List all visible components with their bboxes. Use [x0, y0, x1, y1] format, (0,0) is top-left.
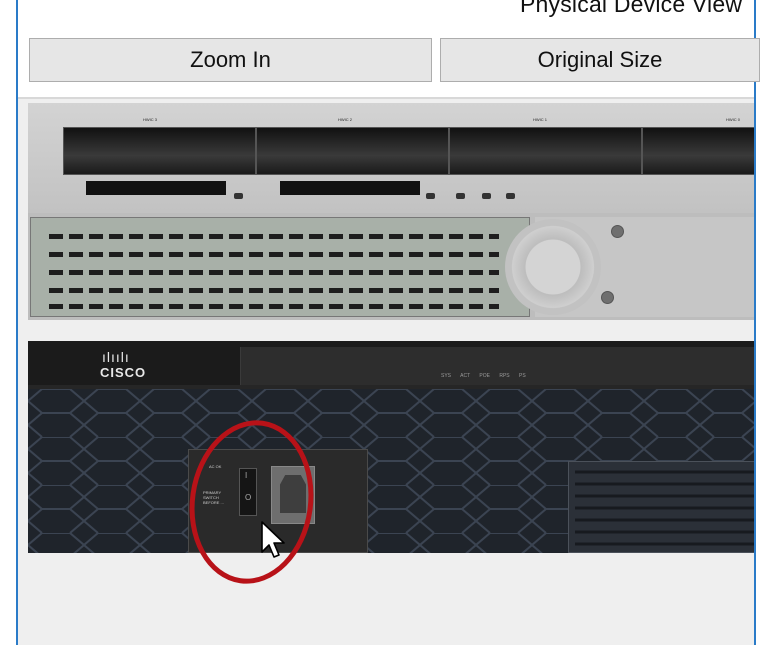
slot-label: HWIC 0: [726, 117, 740, 122]
original-size-button[interactable]: Original Size: [440, 38, 760, 82]
router-chassis-top: HWIC 3 HWIC 2 HWIC 1 HWIC 0: [28, 103, 754, 320]
compact-flash-slot-0[interactable]: [280, 181, 420, 195]
fan-module: [505, 217, 754, 317]
led-pvdm: [482, 193, 491, 199]
screw-icon: [601, 291, 614, 304]
vent-row: [49, 234, 499, 239]
cisco-wordmark: CISCO: [100, 365, 147, 380]
slot-label: HWIC 2: [338, 117, 352, 122]
slot-label: HWIC 1: [533, 117, 547, 122]
compact-flash-slot-1[interactable]: [86, 181, 226, 195]
hwic-slot-2[interactable]: [256, 127, 449, 175]
hwic-slot-3[interactable]: [63, 127, 256, 175]
window-title: Physical Device View: [520, 0, 743, 17]
zoom-in-button[interactable]: Zoom In: [29, 38, 432, 82]
front-bezel-header: ılıılı CISCO SYS ACT POE RPS PS: [28, 341, 754, 385]
expansion-slot-cover[interactable]: [568, 461, 754, 553]
ventilation-grille: [30, 217, 530, 317]
vent-row: [49, 270, 499, 275]
cursor-arrow-icon: [261, 521, 285, 558]
led-cf0: [426, 193, 435, 199]
hwic-slot-0[interactable]: [642, 127, 754, 175]
front-led-labels: SYS ACT POE RPS PS: [441, 373, 526, 379]
hwic-slot-1[interactable]: [449, 127, 642, 175]
slot-label: HWIC 3: [143, 117, 157, 122]
vent-row: [49, 252, 499, 257]
hwic-panel: HWIC 3 HWIC 2 HWIC 1 HWIC 0: [28, 103, 754, 213]
led-cf1: [234, 193, 243, 199]
fan-icon: [505, 219, 601, 315]
viewport-top-divider: [18, 97, 754, 99]
cisco-logo-icon: ılıılı: [102, 349, 130, 365]
screw-icon: [611, 225, 624, 238]
device-viewport[interactable]: HWIC 3 HWIC 2 HWIC 1 HWIC 0 ılıılı CISCO…: [18, 97, 754, 645]
slot-cover-lines: [575, 470, 754, 546]
status-panel: SYS ACT POE RPS PS: [240, 347, 754, 385]
led-ism: [456, 193, 465, 199]
window-frame-right: [754, 0, 756, 645]
vent-row: [49, 304, 499, 309]
router-chassis-front: ılıılı CISCO SYS ACT POE RPS PS AC OK PR…: [28, 341, 754, 553]
led-pvdm: [506, 193, 515, 199]
vent-row: [49, 288, 499, 293]
